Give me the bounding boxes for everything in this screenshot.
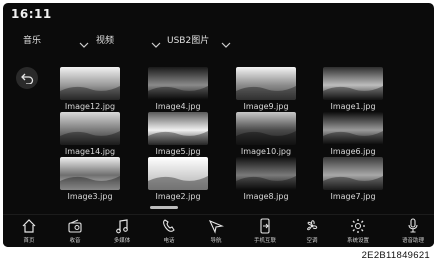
clock: 16:11 [11,7,52,21]
microphone-icon [408,218,418,233]
image-tile[interactable]: Image5.jpg [148,112,208,156]
image-filename: Image5.jpg [155,147,201,156]
image-tile[interactable]: Image12.jpg [60,67,120,111]
image-tile[interactable]: Image2.jpg [148,157,208,201]
image-thumbnail[interactable] [148,157,208,190]
tab-usb2-pictures[interactable]: USB2图片 [167,33,209,46]
image-tile[interactable]: Image10.jpg [236,112,296,156]
dock-item-phone-link[interactable]: 手机互联 [245,217,285,247]
image-filename: Image1.jpg [330,102,376,111]
image-tile[interactable]: Image4.jpg [148,67,208,111]
phone-icon [163,219,175,232]
image-thumbnail[interactable] [236,112,296,145]
dock-item-label: 导航 [210,238,222,244]
image-thumbnail[interactable] [60,157,120,190]
image-tile[interactable]: Image7.jpg [323,157,383,201]
dock-item-radio[interactable]: 收音 [55,217,95,247]
infotainment-screen: 16:11 音乐 视频 USB2图片 Image12.jpg Image4.jpg… [3,3,434,247]
image-filename: Image4.jpg [155,102,201,111]
dock-item-fan[interactable]: 空调 [292,217,332,247]
image-filename: Image7.jpg [330,192,376,201]
dock-item-label: 多媒体 [113,238,131,244]
dock-item-microphone[interactable]: 语音助理 [393,217,433,247]
dock-item-label: 空调 [306,238,318,244]
image-thumbnail[interactable] [236,67,296,100]
dock-item-phone[interactable]: 电话 [149,217,189,247]
image-filename: Image9.jpg [243,102,289,111]
image-tile[interactable]: Image6.jpg [323,112,383,156]
dock-item-label: 语音助理 [401,238,424,244]
image-filename: Image10.jpg [240,147,292,156]
tab-music[interactable]: 音乐 [23,33,41,46]
chevron-down-icon[interactable] [79,34,89,48]
bottom-dock: 首页 收音 多媒体 电话 导航 手机互联 空调 系统设置 语音助理 [3,214,434,247]
status-bar: 16:11 [3,3,434,27]
image-thumbnail[interactable] [148,112,208,145]
navigation-arrow-icon [208,219,224,234]
back-button[interactable] [16,67,38,89]
dock-item-gear[interactable]: 系统设置 [338,217,378,247]
music-note-icon [116,219,128,234]
gear-icon [351,219,365,233]
home-icon [22,219,36,233]
image-thumbnail[interactable] [323,112,383,145]
image-thumbnail[interactable] [148,67,208,100]
dock-item-home[interactable]: 首页 [9,217,49,247]
dock-item-label: 系统设置 [346,238,369,244]
image-thumbnail[interactable] [236,157,296,190]
radio-icon [68,219,82,233]
document-code: 2E2B11849621 [361,250,430,261]
tab-video[interactable]: 视频 [96,33,114,46]
dock-item-music-note[interactable]: 多媒体 [102,217,142,247]
dock-item-label: 收音 [69,238,81,244]
image-filename: Image6.jpg [330,147,376,156]
phone-link-icon [260,218,270,234]
image-thumbnail[interactable] [60,67,120,100]
chevron-down-icon[interactable] [221,34,231,48]
dock-item-label: 手机互联 [253,238,276,244]
image-thumbnail[interactable] [323,157,383,190]
image-filename: Image14.jpg [64,147,116,156]
image-tile[interactable]: Image1.jpg [323,67,383,111]
source-tabs: 音乐 视频 USB2图片 [3,30,434,50]
image-tile[interactable]: Image14.jpg [60,112,120,156]
dock-item-navigation-arrow[interactable]: 导航 [196,217,236,247]
image-tile[interactable]: Image9.jpg [236,67,296,111]
fan-icon [307,220,318,231]
image-thumbnail[interactable] [323,67,383,100]
dock-item-label: 首页 [23,238,35,244]
image-thumbnail[interactable] [60,112,120,145]
image-filename: Image12.jpg [64,102,116,111]
image-tile[interactable]: Image8.jpg [236,157,296,201]
image-filename: Image3.jpg [67,192,113,201]
image-filename: Image2.jpg [155,192,201,201]
scrollbar-thumb[interactable] [150,206,178,209]
back-arrow-icon [20,73,33,84]
chevron-down-icon[interactable] [151,34,161,48]
image-tile[interactable]: Image3.jpg [60,157,120,201]
dock-item-label: 电话 [163,238,175,244]
image-filename: Image8.jpg [243,192,289,201]
